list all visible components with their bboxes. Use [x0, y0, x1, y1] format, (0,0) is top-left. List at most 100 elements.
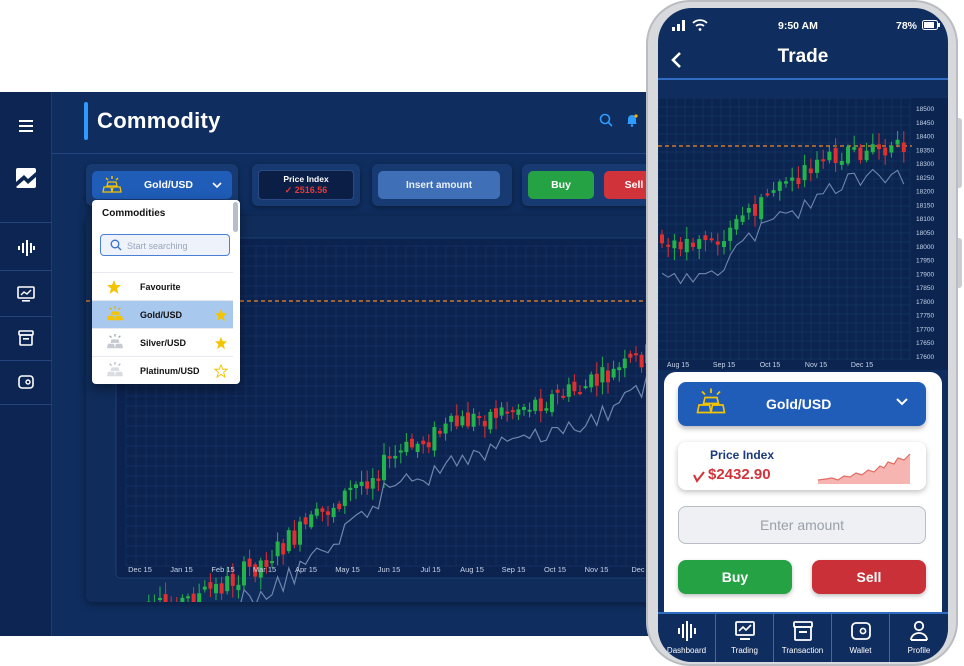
wallet-icon[interactable]: [0, 360, 52, 404]
y-tick-label: 18200: [916, 189, 934, 196]
candle: [611, 368, 616, 378]
candle: [606, 370, 610, 383]
x-tick-label: Jun 15: [378, 565, 401, 574]
candle: [802, 165, 807, 181]
search-icon: [110, 239, 122, 251]
candle: [746, 207, 751, 213]
candle: [499, 407, 504, 416]
price-index-label: Price Index: [283, 174, 329, 184]
dropdown-item-gold[interactable]: Gold/USD: [92, 300, 233, 328]
star-filled-icon[interactable]: [214, 308, 228, 322]
moving-average-line: [661, 168, 905, 285]
candle: [697, 239, 702, 249]
x-tick-label: Sep 15: [502, 565, 526, 574]
transaction-icon[interactable]: [0, 316, 52, 360]
buy-button[interactable]: Buy: [528, 171, 594, 199]
candle: [796, 177, 801, 185]
candle: [242, 561, 246, 586]
chevron-down-icon: [212, 182, 222, 189]
mobile-device: 9:50 AM 78% Trade 18500 18450 18400 18350 18…: [646, 0, 964, 666]
nav-trading[interactable]: Trading: [716, 614, 774, 662]
candle: [365, 481, 370, 489]
amount-card: Insert amount: [372, 164, 512, 206]
candle: [230, 573, 235, 586]
bell-icon[interactable]: [622, 110, 642, 130]
candle: [331, 507, 336, 518]
candle: [533, 399, 538, 411]
x-tick-label: Feb 15: [211, 565, 234, 574]
dropdown-item-favourite[interactable]: Favourite: [92, 272, 233, 300]
candle: [354, 484, 358, 489]
y-tick-label: 17700: [916, 326, 934, 333]
candle: [877, 144, 881, 150]
title-accent-bar: [84, 102, 88, 140]
candle: [846, 146, 850, 164]
candle: [281, 543, 286, 555]
mobile-price-index: Price Index $2432.90: [678, 442, 926, 490]
battery-icon: [922, 20, 940, 30]
candle: [864, 150, 869, 161]
star-filled-icon[interactable]: [214, 336, 228, 350]
profile-icon: [910, 620, 928, 641]
nav-label: Profile: [907, 646, 931, 655]
mobile-commodity-selector[interactable]: Gold/USD: [678, 382, 926, 426]
candle: [895, 139, 900, 145]
y-tick-label: 17800: [916, 299, 934, 306]
dropdown-item-silver[interactable]: Silver/USD: [92, 328, 233, 356]
mobile-sell-button[interactable]: Sell: [812, 560, 926, 594]
silver-bars-icon: [107, 334, 123, 349]
candle: [771, 190, 776, 193]
candle: [376, 478, 381, 481]
star-outline-icon[interactable]: [214, 364, 228, 378]
mobile-chart-panel: 18500 18450 18400 18350 18300 18250 18200 18150…: [658, 97, 948, 370]
app-root: Commodity Gold/USD Price Index ✓ 2516.56…: [0, 0, 964, 666]
amount-input[interactable]: [679, 507, 925, 543]
candle: [527, 409, 532, 412]
search-input[interactable]: [127, 239, 225, 252]
candle: [398, 450, 403, 453]
candle: [197, 593, 202, 602]
dashboard-icon[interactable]: [0, 226, 52, 270]
candle: [684, 238, 689, 253]
candle: [410, 438, 414, 448]
dropdown-item-label: Platinum/USD: [140, 365, 200, 376]
price-index-value: ✓ 2516.56: [259, 185, 353, 196]
menu-icon[interactable]: [0, 104, 52, 148]
nav-dashboard[interactable]: Dashboard: [658, 614, 716, 662]
insert-amount-button[interactable]: Insert amount: [378, 171, 500, 199]
y-tick-label: 18100: [916, 216, 934, 223]
candle: [438, 430, 442, 434]
candle: [471, 413, 476, 427]
mobile-buy-button[interactable]: Buy: [678, 560, 792, 594]
dropdown-item-label: Gold/USD: [140, 309, 182, 320]
candle: [516, 409, 521, 415]
candle: [163, 594, 168, 602]
y-tick-label: 18350: [916, 147, 934, 154]
logo-icon[interactable]: [0, 156, 52, 200]
candle: [348, 487, 353, 490]
y-tick-label: 17750: [916, 313, 934, 320]
amount-field: [678, 506, 926, 544]
price-index-card: Price Index ✓ 2516.56: [252, 164, 360, 206]
nav-label: Trading: [731, 646, 758, 655]
candle: [494, 408, 498, 418]
nav-wallet[interactable]: Wallet: [832, 614, 890, 662]
candle: [722, 241, 726, 248]
dropdown-item-platinum[interactable]: Platinum/USD: [92, 356, 233, 384]
candle: [225, 576, 230, 592]
price-index-box: Price Index ✓ 2516.56: [258, 170, 354, 200]
search-icon[interactable]: [596, 110, 616, 130]
y-tick-label: 18250: [916, 175, 934, 182]
commodity-selector[interactable]: Gold/USD: [92, 171, 232, 199]
candle: [387, 456, 392, 459]
dropdown-scrollbar[interactable]: [233, 202, 238, 232]
nav-label: Dashboard: [666, 646, 707, 655]
nav-transaction[interactable]: Transaction: [774, 614, 832, 662]
trading-icon[interactable]: [0, 272, 52, 316]
candle: [180, 597, 185, 602]
candle: [578, 392, 582, 395]
nav-profile[interactable]: Profile: [890, 614, 948, 662]
candle: [460, 416, 465, 426]
candle: [393, 455, 398, 459]
x-tick-label: Nov 15: [585, 565, 609, 574]
